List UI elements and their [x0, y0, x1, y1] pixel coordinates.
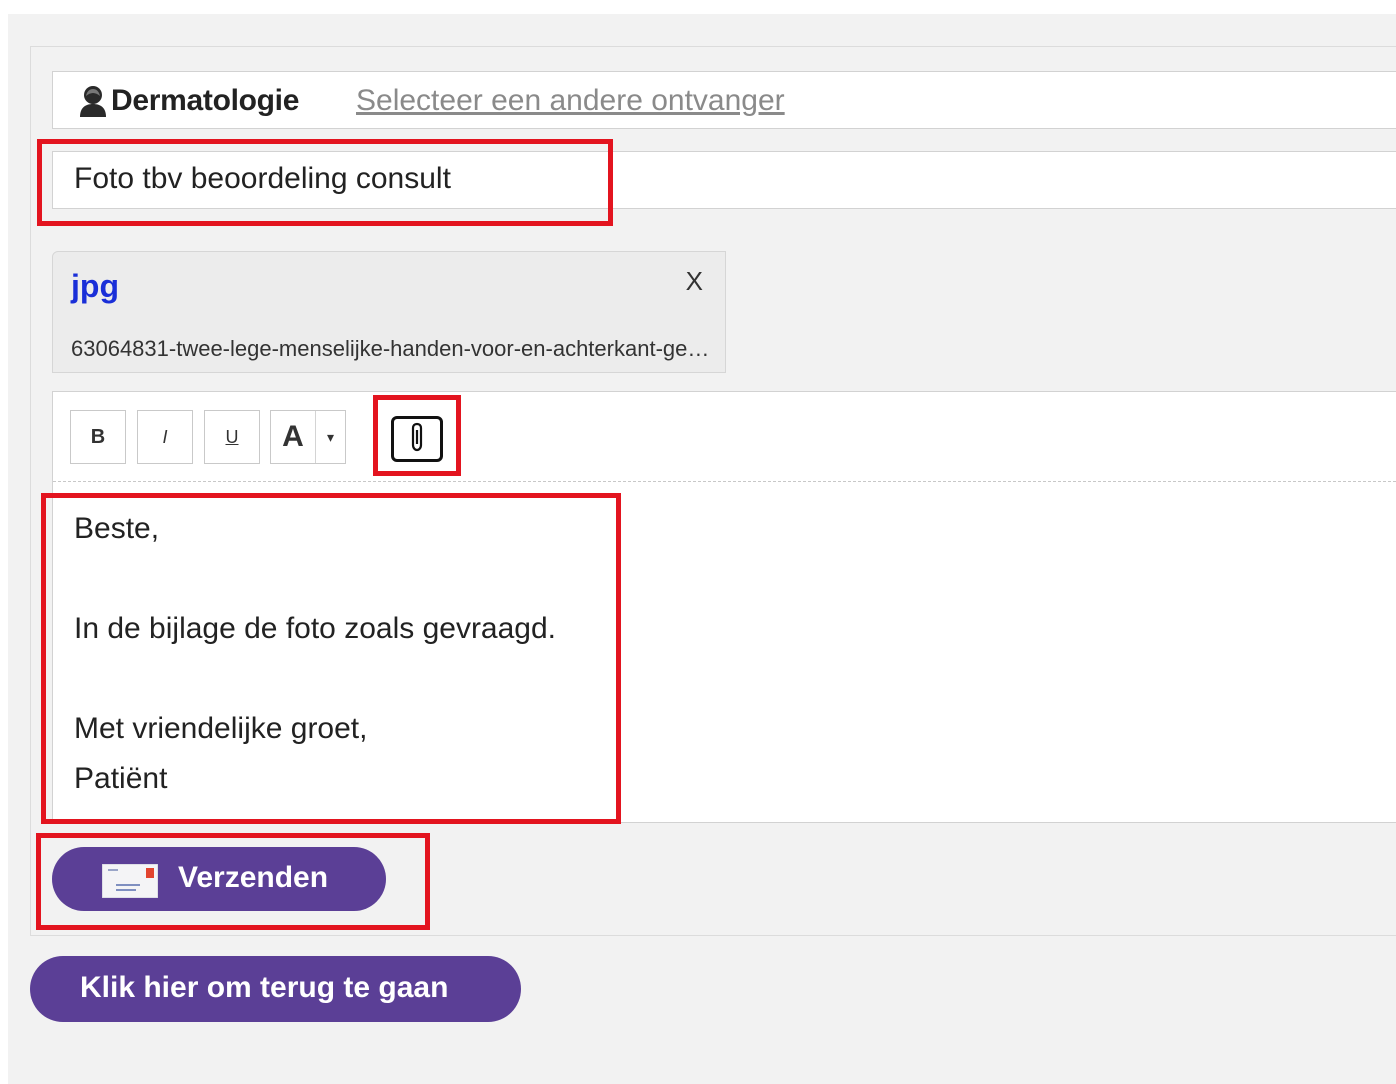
message-line: Beste,: [74, 512, 160, 545]
formatting-toolbar: B I U A ▾: [53, 392, 1396, 482]
send-button-label: Verzenden: [178, 861, 329, 894]
send-button[interactable]: Verzenden: [52, 847, 386, 911]
message-body[interactable]: Beste, In de bijlage de foto zoals gevra…: [74, 504, 556, 804]
recipient-row: Dermatologie Selecteer een andere ontvan…: [52, 71, 1396, 129]
envelope-icon: [101, 863, 159, 899]
attach-file-button[interactable]: [391, 416, 443, 462]
paperclip-icon: [409, 422, 425, 457]
italic-button[interactable]: I: [137, 410, 193, 464]
remove-attachment-button[interactable]: X: [686, 266, 703, 297]
message-line: Patiënt: [74, 762, 168, 795]
font-color-dropdown[interactable]: A ▾: [270, 410, 346, 464]
message-line: [74, 654, 556, 704]
message-line: [74, 554, 556, 604]
back-button-label: Klik hier om terug te gaan: [80, 971, 449, 1004]
message-line: In de bijlage de foto zoals gevraagd.: [74, 612, 557, 645]
attachment-filename: 63064831-twee-lege-menselijke-handen-voo…: [71, 336, 711, 361]
recipient-name: Dermatologie: [111, 84, 300, 117]
bold-button[interactable]: B: [70, 410, 126, 464]
underline-button[interactable]: U: [204, 410, 260, 464]
subject-input[interactable]: Foto tbv beoordeling consult: [52, 151, 1396, 209]
chevron-down-icon: ▾: [326, 428, 335, 445]
message-line: Met vriendelijke groet,: [74, 712, 368, 745]
attachment-type[interactable]: jpg: [71, 268, 119, 305]
change-recipient-link[interactable]: Selecteer een andere ontvanger: [356, 84, 785, 118]
message-editor: B I U A ▾ Beste, In de bijlage de foto z…: [52, 391, 1396, 823]
back-button[interactable]: Klik hier om terug te gaan: [30, 956, 521, 1022]
font-color-icon: A: [282, 420, 304, 453]
attachment-card: jpg X 63064831-twee-lege-menselijke-hand…: [52, 251, 726, 373]
user-icon: [77, 84, 109, 118]
